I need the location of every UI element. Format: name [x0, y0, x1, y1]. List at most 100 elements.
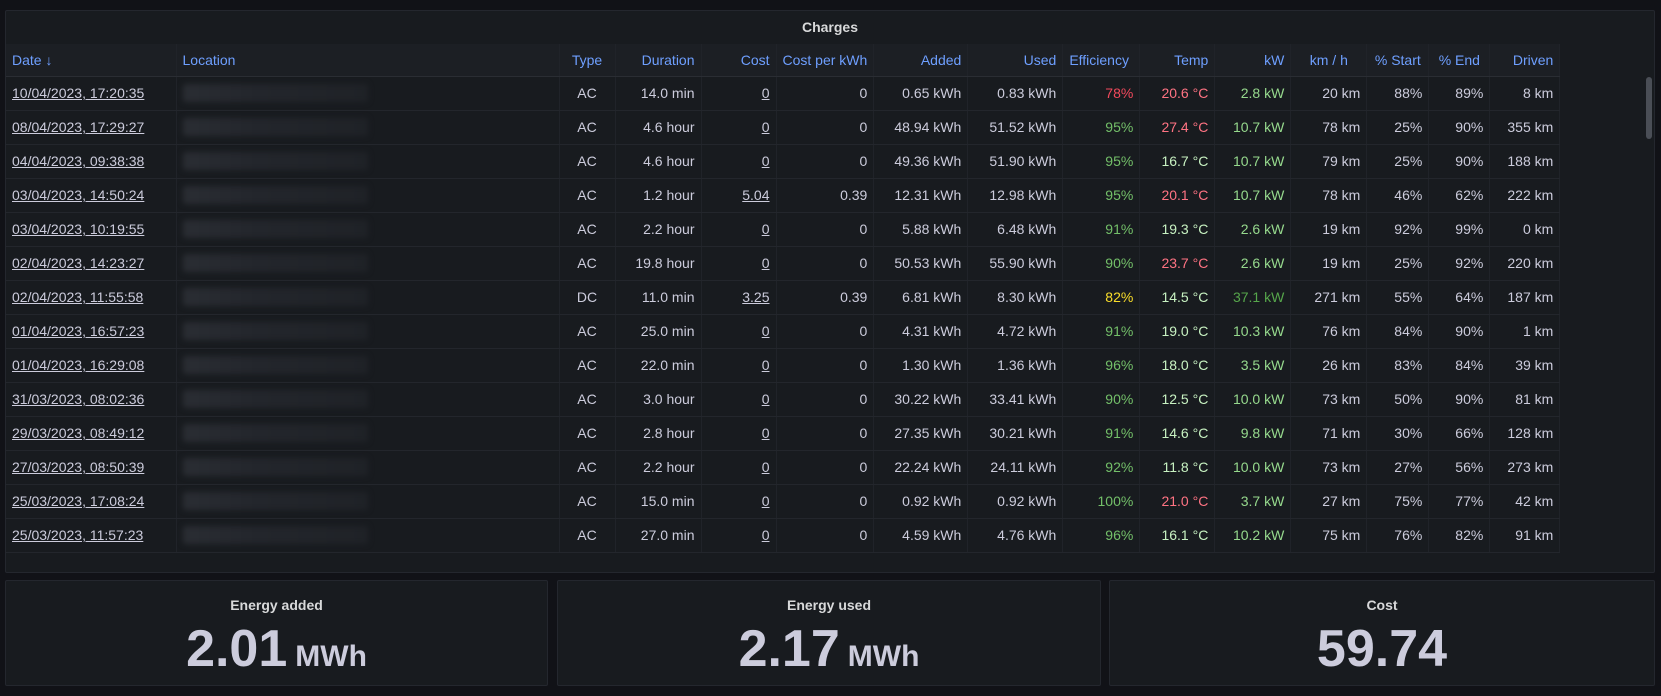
table-row[interactable]: 04/04/2023, 09:38:38 AC 4.6 hour 0 0 49.36 kW… — [6, 144, 1561, 179]
column-header-cost[interactable]: Cost — [701, 44, 777, 77]
date-link[interactable]: 27/03/2023, 08:50:39 — [12, 459, 144, 475]
cost-link[interactable]: 0 — [762, 357, 770, 373]
cost-link[interactable]: 0 — [762, 425, 770, 441]
date-link[interactable]: 03/04/2023, 14:50:24 — [12, 187, 144, 203]
cost-link[interactable]: 0 — [762, 391, 770, 407]
date-link[interactable]: 25/03/2023, 11:57:23 — [12, 527, 143, 543]
cell-end: 82% — [1428, 518, 1491, 553]
cell-driven: 1 km — [1489, 314, 1561, 349]
date-link[interactable]: 01/04/2023, 16:29:08 — [12, 357, 144, 373]
cell-kw: 10.0 kW — [1214, 382, 1292, 417]
cell-cost[interactable]: 3.25 — [701, 280, 777, 315]
table-row[interactable]: 25/03/2023, 17:08:24 AC 15.0 min 0 0 0.92 kWh… — [6, 484, 1561, 519]
cell-date[interactable]: 01/04/2023, 16:57:23 — [6, 314, 177, 349]
column-header-kmh[interactable]: km / h — [1290, 44, 1368, 77]
column-header-duration[interactable]: Duration — [615, 44, 702, 77]
cell-cost[interactable]: 0 — [701, 416, 777, 451]
cell-cost[interactable]: 0 — [701, 518, 777, 553]
table-row[interactable]: 02/04/2023, 11:55:58 DC 11.0 min 3.25 0.39 6.… — [6, 280, 1561, 315]
table-row[interactable]: 01/04/2023, 16:57:23 AC 25.0 min 0 0 4.31 kWh… — [6, 314, 1561, 349]
cost-link[interactable]: 0 — [762, 255, 770, 271]
column-header-cost-per-kwh[interactable]: Cost per kWh — [776, 44, 875, 77]
cell-temp: 11.8 °C — [1139, 450, 1216, 485]
cell-date[interactable]: 25/03/2023, 11:57:23 — [6, 518, 177, 553]
cost-link[interactable]: 0 — [762, 119, 770, 135]
column-header-type[interactable]: Type — [559, 44, 616, 77]
cell-driven: 39 km — [1489, 348, 1561, 383]
cell-cost[interactable]: 0 — [701, 314, 777, 349]
column-header-driven[interactable]: Driven — [1489, 44, 1561, 77]
cell-date[interactable]: 27/03/2023, 08:50:39 — [6, 450, 177, 485]
date-link[interactable]: 01/04/2023, 16:57:23 — [12, 323, 144, 339]
cell-date[interactable]: 03/04/2023, 10:19:55 — [6, 212, 177, 247]
cost-link[interactable]: 0 — [762, 527, 770, 543]
table-scrollbar[interactable] — [1646, 77, 1652, 139]
cell-duration: 27.0 min — [615, 518, 702, 553]
column-header-location[interactable]: Location — [176, 44, 560, 77]
column-header-date[interactable]: Date ↓ — [6, 44, 177, 77]
cell-cost[interactable]: 0 — [701, 246, 777, 281]
cell-cost[interactable]: 0 — [701, 382, 777, 417]
table-row[interactable]: 10/04/2023, 17:20:35 AC 14.0 min 0 0 0.65 kWh… — [6, 76, 1561, 111]
cell-cost[interactable]: 0 — [701, 484, 777, 519]
cell-cost[interactable]: 5.04 — [701, 178, 777, 213]
column-header-kw[interactable]: kW — [1214, 44, 1292, 77]
cell-added: 49.36 kWh — [873, 144, 969, 179]
cost-link[interactable]: 0 — [762, 153, 770, 169]
cost-link[interactable]: 0 — [762, 323, 770, 339]
date-link[interactable]: 02/04/2023, 14:23:27 — [12, 255, 144, 271]
cell-cost[interactable]: 0 — [701, 348, 777, 383]
date-link[interactable]: 29/03/2023, 08:49:12 — [12, 425, 144, 441]
cost-link[interactable]: 0 — [762, 493, 770, 509]
cell-date[interactable]: 01/04/2023, 16:29:08 — [6, 348, 177, 383]
cell-date[interactable]: 25/03/2023, 17:08:24 — [6, 484, 177, 519]
cell-type: AC — [559, 144, 616, 179]
table-row[interactable]: 03/04/2023, 14:50:24 AC 1.2 hour 5.04 0.39 12… — [6, 178, 1561, 213]
date-link[interactable]: 03/04/2023, 10:19:55 — [12, 221, 144, 237]
cost-link[interactable]: 0 — [762, 459, 770, 475]
cost-link[interactable]: 5.04 — [742, 187, 769, 203]
cell-date[interactable]: 02/04/2023, 11:55:58 — [6, 280, 177, 315]
cell-date[interactable]: 31/03/2023, 08:02:36 — [6, 382, 177, 417]
table-row[interactable]: 29/03/2023, 08:49:12 AC 2.8 hour 0 0 27.35 kW… — [6, 416, 1561, 451]
table-row[interactable]: 02/04/2023, 14:23:27 AC 19.8 hour 0 0 50.53 k… — [6, 246, 1561, 281]
date-link[interactable]: 25/03/2023, 17:08:24 — [12, 493, 144, 509]
cell-cost[interactable]: 0 — [701, 144, 777, 179]
date-link[interactable]: 10/04/2023, 17:20:35 — [12, 85, 144, 101]
stat-number: 2.17 — [738, 620, 840, 678]
cost-link[interactable]: 3.25 — [742, 289, 769, 305]
column-header-temp[interactable]: Temp — [1139, 44, 1216, 77]
column-header-added[interactable]: Added — [873, 44, 969, 77]
cost-link[interactable]: 0 — [762, 221, 770, 237]
cell-date[interactable]: 02/04/2023, 14:23:27 — [6, 246, 177, 281]
date-link[interactable]: 04/04/2023, 09:38:38 — [12, 153, 144, 169]
cell-cost[interactable]: 0 — [701, 212, 777, 247]
table-header-row: Date ↓ Location Type Duration Cost Cost … — [6, 44, 1561, 77]
date-link[interactable]: 08/04/2023, 17:29:27 — [12, 119, 144, 135]
column-header-efficiency[interactable]: Efficiency — [1062, 44, 1141, 77]
cell-date[interactable]: 10/04/2023, 17:20:35 — [6, 76, 177, 111]
cell-cost[interactable]: 0 — [701, 110, 777, 145]
cell-date[interactable]: 03/04/2023, 14:50:24 — [6, 178, 177, 213]
date-link[interactable]: 31/03/2023, 08:02:36 — [12, 391, 144, 407]
table-row[interactable]: 31/03/2023, 08:02:36 AC 3.0 hour 0 0 30.22 kW… — [6, 382, 1561, 417]
table-row[interactable]: 01/04/2023, 16:29:08 AC 22.0 min 0 0 1.30 kWh… — [6, 348, 1561, 383]
table-row[interactable]: 25/03/2023, 11:57:23 AC 27.0 min 0 0 4.59 kWh… — [6, 518, 1561, 553]
date-link[interactable]: 02/04/2023, 11:55:58 — [12, 289, 143, 305]
cell-cost[interactable]: 0 — [701, 76, 777, 111]
table-row[interactable]: 03/04/2023, 10:19:55 AC 2.2 hour 0 0 5.88 kWh… — [6, 212, 1561, 247]
column-header-start[interactable]: % Start — [1366, 44, 1430, 77]
cell-cost[interactable]: 0 — [701, 450, 777, 485]
location-redacted — [182, 526, 368, 545]
cell-date[interactable]: 08/04/2023, 17:29:27 — [6, 110, 177, 145]
cell-location — [176, 76, 560, 111]
cell-date[interactable]: 29/03/2023, 08:49:12 — [6, 416, 177, 451]
column-header-used[interactable]: Used — [967, 44, 1064, 77]
cell-location — [176, 484, 560, 519]
cell-date[interactable]: 04/04/2023, 09:38:38 — [6, 144, 177, 179]
cell-used: 0.83 kWh — [967, 76, 1064, 111]
table-row[interactable]: 08/04/2023, 17:29:27 AC 4.6 hour 0 0 48.94 kW… — [6, 110, 1561, 145]
cost-link[interactable]: 0 — [762, 85, 770, 101]
column-header-end[interactable]: % End — [1428, 44, 1491, 77]
table-row[interactable]: 27/03/2023, 08:50:39 AC 2.2 hour 0 0 22.24 kW… — [6, 450, 1561, 485]
